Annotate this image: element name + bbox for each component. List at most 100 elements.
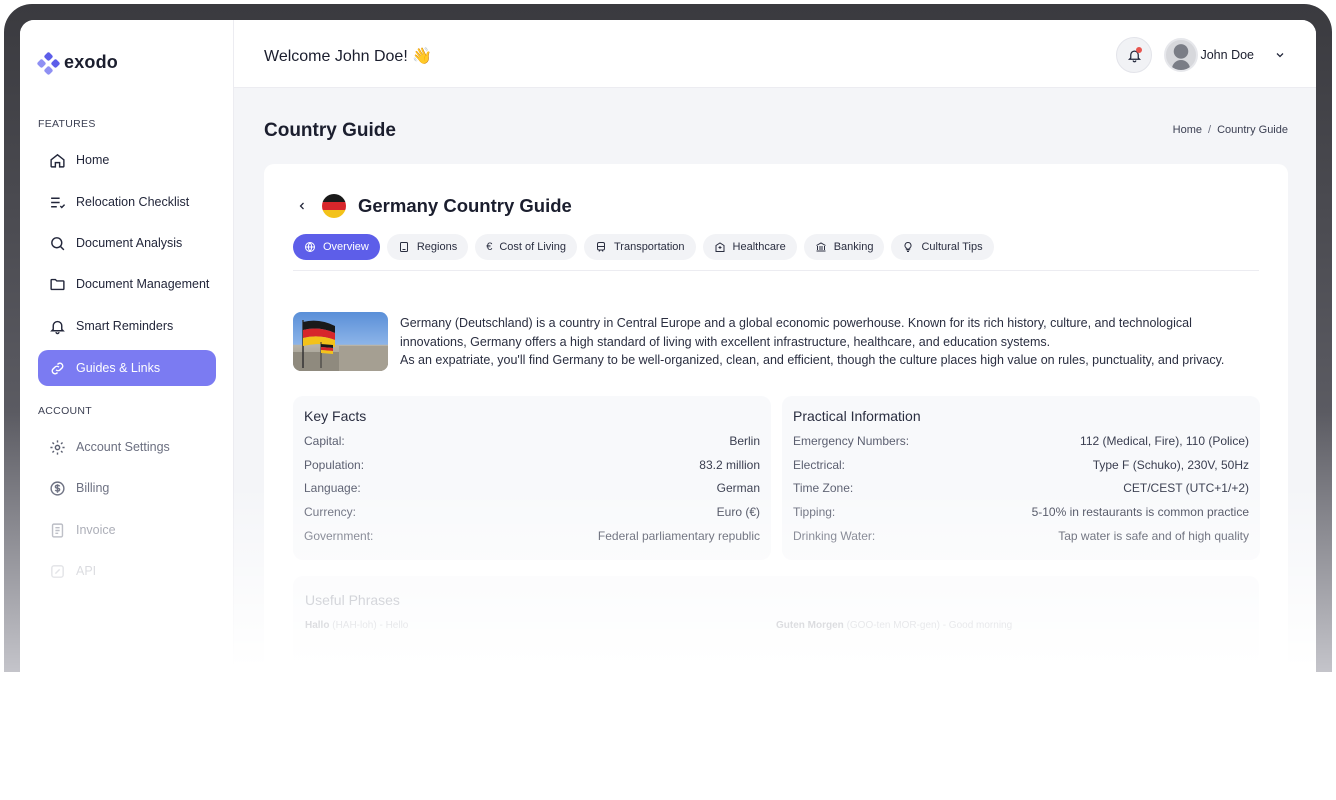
hospital-icon <box>715 242 725 252</box>
tab-healthcare[interactable]: Healthcare <box>702 234 797 260</box>
sidebar-item-relocation-checklist[interactable]: Relocation Checklist <box>38 184 216 220</box>
info-row: Tipping: 5-10% in restaurants is common p… <box>793 505 1249 529</box>
info-row: Electrical: Type F (Schuko), 230V, 50Hz <box>793 458 1249 482</box>
sidebar-item-invoice[interactable]: Invoice <box>38 512 216 548</box>
intro-paragraph: Germany (Deutschland) is a country in Ce… <box>400 316 1192 349</box>
guide-header: Germany Country Guide <box>294 194 572 218</box>
euro-icon: € <box>486 241 493 253</box>
fact-row: Capital: Berlin <box>304 434 760 458</box>
info-row: Emergency Numbers: 112 (Medical, Fire), 1… <box>793 434 1249 458</box>
home-icon <box>48 151 66 169</box>
tab-regions[interactable]: Regions <box>386 234 469 260</box>
fact-row: Population: 83.2 million <box>304 458 760 482</box>
back-button[interactable] <box>294 200 310 212</box>
useful-phrases-panel: Useful Phrases Hallo (HAH-loh) - Hello G… <box>293 576 1259 666</box>
tab-transportation[interactable]: Transportation <box>583 234 696 260</box>
phrase-item: Guten Morgen (GOO-ten MOR-gen) - Good mo… <box>776 620 1247 640</box>
api-icon <box>48 562 66 580</box>
fact-value: Berlin <box>729 434 760 448</box>
sidebar-item-label: API <box>76 564 97 578</box>
info-row: Drinking Water: Tap water is safe and of … <box>793 529 1249 553</box>
info-value: Tap water is safe and of high quality <box>1058 528 1249 543</box>
germany-flag-photo <box>293 312 388 371</box>
tab-overview[interactable]: Overview <box>293 234 380 260</box>
welcome-message: Welcome John Doe! 👋 <box>264 48 433 65</box>
info-value: 112 (Medical, Fire), 110 (Police) <box>1080 434 1249 448</box>
invoice-icon <box>48 521 66 539</box>
tab-label: Regions <box>416 241 458 253</box>
page-bottom-whitespace <box>0 672 1336 800</box>
key-facts-title: Key Facts <box>304 408 367 424</box>
practical-info-panel: Practical Information Emergency Numbers:… <box>782 396 1260 560</box>
bank-icon <box>815 242 826 252</box>
tab-label: Transportation <box>613 241 685 253</box>
fact-label: Population: <box>304 457 365 472</box>
guide-title: Germany Country Guide <box>358 195 572 216</box>
bell-icon <box>48 317 66 335</box>
tab-cultural-tips[interactable]: Cultural Tips <box>891 234 994 260</box>
fact-row: Government: Federal parliamentary republi… <box>304 529 760 553</box>
phrase-meaning: (HAH-loh) - Hello <box>332 620 409 631</box>
folder-icon <box>48 275 66 293</box>
sidebar-item-guides-links[interactable]: Guides & Links <box>38 350 216 386</box>
fact-row: Language: German <box>304 481 760 505</box>
sidebar-item-account-settings[interactable]: Account Settings <box>38 429 216 465</box>
fact-value: Federal parliamentary republic <box>597 528 760 543</box>
practical-info-title: Practical Information <box>793 408 921 424</box>
sidebar-item-home[interactable]: Home <box>38 142 216 178</box>
useful-phrases-title: Useful Phrases <box>305 592 400 608</box>
search-icon <box>48 234 66 252</box>
info-label: Electrical: <box>793 457 846 472</box>
sidebar-item-billing[interactable]: Billing <box>38 470 216 506</box>
notification-dot <box>1136 47 1142 53</box>
tab-label: Cost of Living <box>499 241 566 253</box>
chevron-left-icon <box>299 202 304 210</box>
avatar[interactable] <box>1164 38 1198 72</box>
page-title: Country Guide <box>264 120 396 141</box>
features-section-label: FEATURES <box>38 118 96 130</box>
sidebar-item-document-management[interactable]: Document Management <box>38 266 216 302</box>
info-row: Time Zone: CET/CEST (UTC+1/+2) <box>793 481 1249 505</box>
fact-label: Government: <box>304 528 374 543</box>
phrase-word: Guten Morgen <box>776 620 844 631</box>
sidebar-item-smart-reminders[interactable]: Smart Reminders <box>38 308 216 344</box>
app-logo[interactable]: exodo <box>36 51 119 75</box>
sidebar-item-label: Billing <box>76 481 110 495</box>
tab-label: Cultural Tips <box>921 241 983 253</box>
breadcrumb-home[interactable]: Home <box>1173 124 1202 136</box>
fact-label: Currency: <box>304 505 357 520</box>
phrase-row: Hallo (HAH-loh) - Hello Guten Morgen (GO… <box>305 620 1247 640</box>
sidebar-item-api[interactable]: API <box>38 553 216 589</box>
phrase-word: Hallo <box>305 620 330 631</box>
sidebar: exodo FEATURES Home Relocation Checklist <box>20 20 234 684</box>
app-screen: exodo FEATURES Home Relocation Checklist <box>20 20 1316 684</box>
sidebar-item-label: Home <box>76 153 110 167</box>
user-name[interactable]: John Doe <box>1200 48 1254 62</box>
sidebar-item-label: Smart Reminders <box>76 319 174 333</box>
dollar-icon <box>48 479 66 497</box>
guide-intro: Germany (Deutschland) is a country in Ce… <box>400 314 1260 370</box>
tab-cost-of-living[interactable]: € Cost of Living <box>475 234 577 260</box>
info-label: Time Zone: <box>793 481 854 496</box>
tabs-divider <box>293 270 1259 271</box>
map-icon <box>399 242 408 252</box>
tab-label: Healthcare <box>732 241 786 253</box>
tab-banking[interactable]: Banking <box>803 234 885 260</box>
lightbulb-icon <box>904 241 912 252</box>
fact-value: 83.2 million <box>699 457 760 472</box>
top-bar: Welcome John Doe! 👋 John Doe <box>234 20 1316 88</box>
sidebar-item-label: Account Settings <box>76 440 170 454</box>
info-label: Emergency Numbers: <box>793 434 910 448</box>
chevron-down-icon[interactable] <box>1274 48 1286 66</box>
fact-label: Language: <box>304 481 361 496</box>
info-value: Type F (Schuko), 230V, 50Hz <box>1092 457 1249 472</box>
logo-text: exodo <box>64 52 119 72</box>
checklist-icon <box>48 193 66 211</box>
sidebar-item-document-analysis[interactable]: Document Analysis <box>38 225 216 261</box>
country-guide-card: Germany Country Guide Overview Regions €… <box>264 164 1288 684</box>
sidebar-item-label: Guides & Links <box>76 361 161 375</box>
info-label: Tipping: <box>793 505 836 520</box>
gear-icon <box>48 438 66 456</box>
notifications-button[interactable] <box>1116 37 1152 73</box>
fact-row: Currency: Euro (€) <box>304 505 760 529</box>
